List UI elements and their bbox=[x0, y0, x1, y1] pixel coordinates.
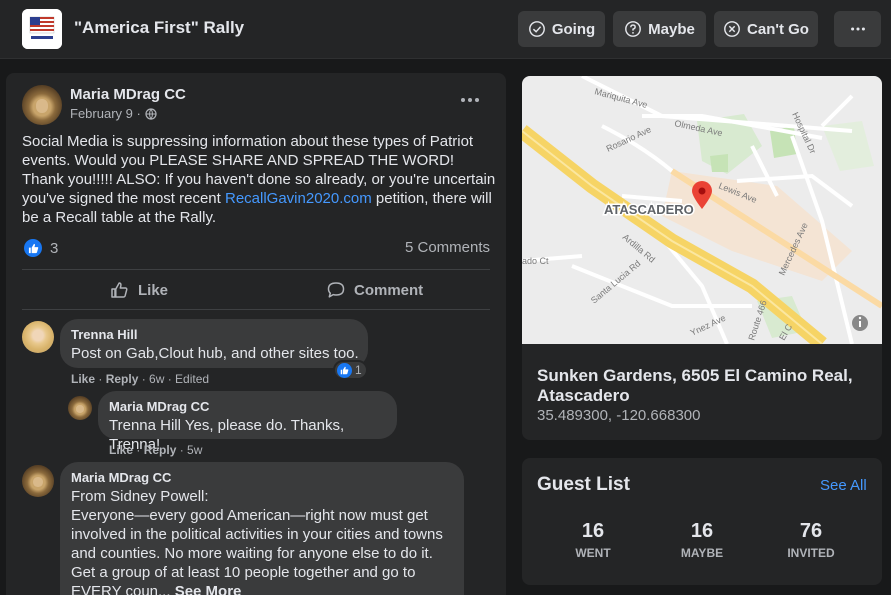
going-button[interactable]: Going bbox=[518, 11, 605, 47]
comment-reaction-count: 1 bbox=[355, 363, 362, 377]
stat-maybe[interactable]: 16 MAYBE bbox=[662, 520, 742, 560]
cant-go-label: Can't Go bbox=[747, 20, 809, 38]
venue-address[interactable]: Sunken Gardens, 6505 El Camino Real, Ata… bbox=[537, 366, 867, 406]
comment-author[interactable]: Trenna Hill bbox=[71, 327, 137, 342]
comment-bubble: Maria MDrag CC From Sidney Powell: Every… bbox=[60, 462, 464, 595]
map-info-icon[interactable] bbox=[852, 315, 868, 331]
like-label: Like bbox=[138, 281, 169, 299]
comment-line: involved in the political activities in … bbox=[71, 526, 443, 543]
reply-like-link[interactable]: Like bbox=[109, 443, 133, 457]
stat-label: INVITED bbox=[787, 546, 835, 560]
reply-reply-link[interactable]: Reply bbox=[144, 443, 177, 457]
flag-logo-icon bbox=[22, 9, 62, 49]
stat-value: 76 bbox=[799, 520, 823, 542]
stat-invited[interactable]: 76 INVITED bbox=[771, 520, 851, 560]
post-card: Maria MDrag CC February 9 · Social Media… bbox=[6, 73, 506, 595]
check-circle-icon bbox=[528, 21, 545, 37]
comment-line: EVERY coun... See More bbox=[71, 582, 461, 595]
cant-go-button[interactable]: Can't Go bbox=[714, 11, 818, 47]
maybe-button[interactable]: Maybe bbox=[613, 11, 706, 47]
comment-bubble: Trenna Hill Post on Gab,Clout hub, and o… bbox=[60, 319, 368, 368]
comment-reaction[interactable]: 1 bbox=[333, 360, 368, 380]
comment-time[interactable]: · 6w · Edited bbox=[142, 372, 209, 386]
post-author[interactable]: Maria MDrag CC bbox=[70, 86, 186, 103]
author-avatar[interactable] bbox=[22, 85, 62, 125]
reply-meta: Like · Reply · 5w bbox=[109, 443, 203, 457]
reactions-count[interactable]: 3 bbox=[50, 240, 58, 257]
see-more-link[interactable]: See More bbox=[175, 583, 242, 595]
event-logo[interactable] bbox=[22, 9, 62, 49]
stat-label: MAYBE bbox=[680, 546, 724, 560]
location-map[interactable]: Mariquita Ave Olmeda Ave Rosario Ave Hos… bbox=[522, 76, 882, 344]
more-horizontal-icon bbox=[850, 27, 865, 31]
post-more-icon[interactable] bbox=[458, 95, 482, 105]
guest-list-card: Guest List See All 16 WENT 16 MAYBE 76 I… bbox=[522, 458, 882, 585]
comment-meta: Like · Reply · 6w · Edited bbox=[71, 372, 210, 386]
post-text: Social Media is suppressing information … bbox=[22, 132, 497, 227]
commenter-avatar[interactable] bbox=[22, 465, 54, 497]
stat-value: 16 bbox=[581, 520, 605, 542]
stat-went[interactable]: 16 WENT bbox=[553, 520, 633, 560]
x-circle-icon bbox=[724, 21, 740, 37]
comment-button[interactable]: Comment bbox=[326, 276, 423, 304]
map-park bbox=[710, 154, 728, 172]
map-street-label: ado Ct bbox=[522, 256, 549, 266]
commenter-avatar[interactable] bbox=[22, 321, 54, 353]
comment-line: and counties. No more waiting for anyone… bbox=[71, 545, 433, 562]
comment-line: From Sidney Powell: bbox=[71, 488, 209, 505]
comment-text: Post on Gab,Clout hub, and other sites t… bbox=[71, 345, 359, 362]
post-date: February 9 · bbox=[70, 106, 157, 121]
event-header: "America First" Rally Going Maybe Can't … bbox=[0, 0, 891, 59]
event-title: "America First" Rally bbox=[74, 18, 245, 37]
going-label: Going bbox=[551, 20, 596, 38]
comment-line: Everyone—every good American—right now m… bbox=[71, 507, 428, 524]
recall-link[interactable]: RecallGavin2020.com bbox=[225, 190, 372, 207]
thumbs-up-icon bbox=[28, 243, 38, 253]
reply-avatar[interactable] bbox=[68, 396, 92, 420]
comment-line: Get a group of at least 10 people togeth… bbox=[71, 564, 416, 581]
comment-author[interactable]: Maria MDrag CC bbox=[71, 470, 171, 485]
more-options-button[interactable] bbox=[834, 11, 881, 47]
stat-value: 16 bbox=[690, 520, 714, 542]
comment-icon bbox=[327, 282, 345, 298]
location-card: Mariquita Ave Olmeda Ave Rosario Ave Hos… bbox=[522, 76, 882, 440]
comment-label: Comment bbox=[354, 281, 424, 299]
thumbs-up-icon bbox=[111, 282, 128, 298]
venue-coordinates: 35.489300, -120.668300 bbox=[537, 407, 701, 424]
comments-count[interactable]: 5 Comments bbox=[405, 239, 490, 256]
post-date-text[interactable]: February 9 · bbox=[70, 106, 141, 121]
divider bbox=[22, 269, 490, 270]
like-reaction-badge[interactable] bbox=[24, 239, 42, 257]
reply-time[interactable]: · 5w bbox=[180, 443, 203, 457]
like-button[interactable]: Like bbox=[110, 276, 168, 304]
maybe-label: Maybe bbox=[648, 20, 695, 38]
see-all-link[interactable]: See All bbox=[820, 477, 867, 494]
like-reaction-badge bbox=[337, 362, 352, 378]
stat-label: WENT bbox=[575, 546, 611, 560]
comment-text: From Sidney Powell: Everyone—every good … bbox=[71, 487, 461, 595]
reply-author[interactable]: Maria MDrag CC bbox=[109, 399, 209, 414]
guest-list-title: Guest List bbox=[537, 474, 630, 495]
globe-icon bbox=[145, 107, 157, 120]
reply-bubble: Maria MDrag CC Trenna Hill Yes, please d… bbox=[98, 391, 397, 453]
thumbs-up-icon bbox=[340, 366, 349, 374]
question-circle-icon bbox=[625, 21, 642, 37]
divider bbox=[22, 309, 490, 310]
comment-line-text: EVERY coun... bbox=[71, 583, 175, 595]
comment-reply-link[interactable]: Reply bbox=[106, 372, 139, 386]
comment-like-link[interactable]: Like bbox=[71, 372, 95, 386]
map-city-label: ATASCADERO bbox=[604, 202, 694, 217]
